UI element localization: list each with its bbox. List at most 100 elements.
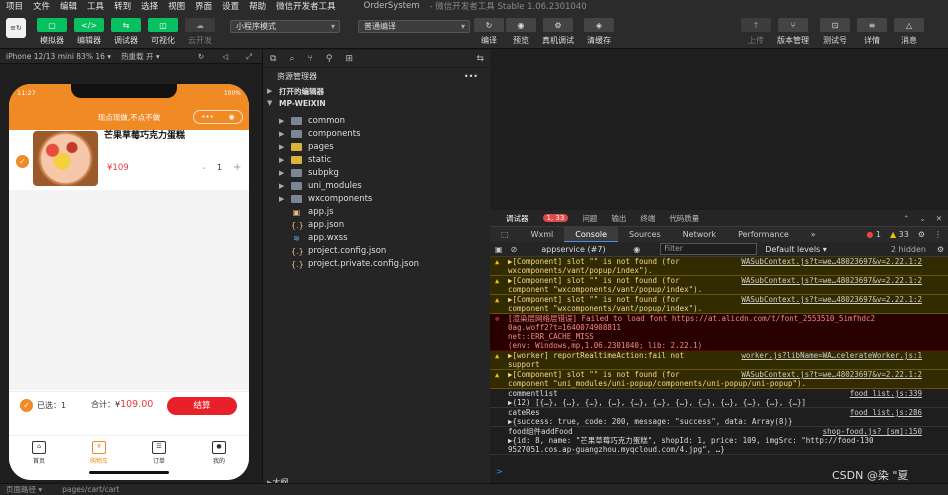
git-icon[interactable]: ⑂ <box>307 54 312 64</box>
menu-item-9[interactable]: 帮助 <box>249 0 266 12</box>
devtools-tab-3[interactable]: 终端 <box>640 213 655 224</box>
page-path-select[interactable]: 页面路径 ▾ <box>6 484 42 495</box>
menu-item-4[interactable]: 转到 <box>114 0 131 12</box>
gear-icon[interactable]: ⚙ <box>937 245 944 254</box>
chrome-tab-1[interactable]: Console <box>564 226 618 243</box>
toolbar-button-mid_buttons-0[interactable]: ↻ 编译 <box>474 18 504 46</box>
toolbar-button-left_buttons-4[interactable]: ☁ 云开发 <box>185 18 215 46</box>
toolbar-button-mid_buttons-2[interactable]: ⚙ 真机调试 <box>542 18 574 46</box>
devtools-tab-2[interactable]: 输出 <box>611 213 626 224</box>
increase-button[interactable]: + <box>233 162 241 173</box>
toolbar-button-right_buttons-1[interactable]: ⑂ 版本管理 <box>777 18 809 46</box>
toolbar-button-left_buttons-1[interactable]: </> 编辑器 <box>74 18 104 46</box>
close-icon[interactable]: ✕ <box>936 214 942 223</box>
log-source-link[interactable]: shop-food.js? [sm]:150 <box>823 427 922 436</box>
expand-icon[interactable]: ⤢ <box>246 52 252 62</box>
hot-reload-toggle[interactable]: 热重载 开 ▾ <box>121 51 160 62</box>
tree-item-4[interactable]: ▶ subpkg <box>279 167 339 179</box>
toolbar-button-right_buttons-3[interactable]: ≡ 详情 <box>857 18 887 46</box>
extensions-icon[interactable]: ⊞ <box>345 54 353 64</box>
chrome-tab-4[interactable]: Performance <box>727 227 800 243</box>
mode-select[interactable]: 小程序模式 ▾ <box>230 20 340 33</box>
more-icon[interactable]: ••• <box>464 72 478 81</box>
menu-item-8[interactable]: 设置 <box>222 0 239 12</box>
more-icon[interactable]: ⋮ <box>934 230 942 239</box>
menu-item-2[interactable]: 编辑 <box>60 0 77 12</box>
chrome-tab-0[interactable]: Wxml <box>520 227 565 243</box>
decrease-button[interactable]: - <box>202 163 206 174</box>
tree-item-0[interactable]: ▶ common <box>279 115 345 127</box>
compile-select[interactable]: 普通编译 ▾ <box>358 20 470 33</box>
log-source-link[interactable]: WASubContext.js?t=we…48023697&v=2.22.1:2 <box>741 370 922 379</box>
menu-item-0[interactable]: 项目 <box>6 0 23 12</box>
toolbar-icon-0: ↻ <box>474 18 504 32</box>
tree-item-7[interactable]: ▣ app.js <box>279 206 334 218</box>
toolbar-button-left_buttons-0[interactable]: ▢ 模拟器 <box>37 18 67 46</box>
checkout-button[interactable]: 结算 <box>167 397 237 415</box>
toolbar-button-mid_buttons-3[interactable]: ◈ 清缓存 <box>584 18 614 46</box>
menu-item-1[interactable]: 文件 <box>33 0 50 12</box>
log-level-select[interactable]: Default levels ▾ <box>765 245 827 254</box>
tree-item-11[interactable]: {.} project.private.config.json <box>279 258 419 270</box>
select-all-checkbox[interactable]: ✓ <box>20 399 33 412</box>
log-source-link[interactable]: WASubContext.js?t=we…48023697&v=2.22.1:2 <box>741 295 922 304</box>
avatar[interactable]: ≡↻ <box>6 18 26 38</box>
menu-item-3[interactable]: 工具 <box>87 0 104 12</box>
devtools-tab-0[interactable]: 调试器 <box>506 213 529 224</box>
log-source-link[interactable]: WASubContext.js?t=we…48023697&v=2.22.1:2 <box>741 257 922 266</box>
menu-item-5[interactable]: 选择 <box>141 0 158 12</box>
chrome-tab-3[interactable]: Network <box>672 227 727 243</box>
toolbar-button-right_buttons-0[interactable]: ↑ 上传 <box>741 18 771 46</box>
tree-item-5[interactable]: ▶ uni_modules <box>279 180 362 192</box>
more-icon[interactable]: ••• <box>201 113 213 121</box>
chrome-tab-2[interactable]: Sources <box>618 227 672 243</box>
volume-icon[interactable]: ◁ <box>222 52 228 62</box>
debug-icon[interactable]: ⚲ <box>326 54 333 64</box>
device-select[interactable]: iPhone 12/13 mini 83% 16 ▾ <box>6 52 111 61</box>
tree-item-3[interactable]: ▶ static <box>279 154 331 166</box>
log-source-link[interactable]: WASubContext.js?t=we…48023697&v=2.22.1:2 <box>741 276 922 285</box>
item-checkbox[interactable]: ✓ <box>16 155 29 168</box>
tab-label-0: 首页 <box>32 458 45 465</box>
tree-item-9[interactable]: ≋ app.wxss <box>279 232 347 244</box>
search-icon[interactable]: ⌕ <box>289 54 294 64</box>
console-prompt[interactable]: > <box>496 467 503 476</box>
devtools-tab-1[interactable]: 问题 <box>582 213 597 224</box>
project-section[interactable]: ▼ MP-WEIXIN <box>263 97 490 109</box>
open-editors-section[interactable]: ▶ 打开的编辑器 <box>263 85 490 97</box>
toolbar-button-right_buttons-4[interactable]: △ 消息 <box>894 18 924 46</box>
tree-item-10[interactable]: {.} project.config.json <box>279 245 386 257</box>
toolbar-button-mid_buttons-1[interactable]: ◉ 预览 <box>506 18 536 46</box>
capsule-button[interactable]: ••• ◉ <box>193 110 243 124</box>
files-icon[interactable]: ⧉ <box>270 54 276 64</box>
log-source-link[interactable]: food list.js:286 <box>850 408 922 417</box>
refresh-icon[interactable]: ↻ <box>198 52 204 62</box>
tree-item-1[interactable]: ▶ components <box>279 128 361 140</box>
menu-item-6[interactable]: 视图 <box>168 0 185 12</box>
gear-icon[interactable]: ⚙ <box>918 230 925 239</box>
filter-input[interactable]: Filter <box>660 243 758 255</box>
chevron-down-icon[interactable]: ⌄ <box>919 214 925 223</box>
menu-item-7[interactable]: 界面 <box>195 0 212 12</box>
devtools-tab-4[interactable]: 代码质量 <box>669 213 699 224</box>
inspect-icon[interactable]: ⬚ <box>490 227 520 243</box>
close-circle-icon[interactable]: ◉ <box>229 113 235 121</box>
context-select[interactable]: appservice (#7) <box>541 245 633 254</box>
tab-3[interactable]: ● 我的 <box>189 436 249 480</box>
toolbar-button-right_buttons-2[interactable]: ⊡ 测试号 <box>820 18 850 46</box>
tree-item-8[interactable]: {.} app.json <box>279 219 344 231</box>
log-source-link[interactable]: worker.js?libName=WA…celerateWorker.js:1 <box>741 351 922 360</box>
chrome-tab-5[interactable]: » <box>800 227 827 243</box>
split-icon[interactable]: ⇆ <box>476 54 484 64</box>
menu-item-10[interactable]: 微信开发者工具 <box>276 0 336 12</box>
log-source-link[interactable]: food list.js:339 <box>850 389 922 398</box>
chevron-up-icon[interactable]: ⌃ <box>903 214 909 223</box>
clear-console-icon[interactable]: ⊘ <box>511 245 518 254</box>
tree-item-6[interactable]: ▶ wxcomponents <box>279 193 372 205</box>
toolbar-button-left_buttons-3[interactable]: ◫ 可视化 <box>148 18 178 46</box>
tree-item-2[interactable]: ▶ pages <box>279 141 334 153</box>
toolbar-button-left_buttons-2[interactable]: ⇆ 调试器 <box>111 18 141 46</box>
eye-icon[interactable]: ◉ <box>633 245 640 254</box>
tab-0[interactable]: ⌂ 首页 <box>9 436 69 480</box>
sidebar-toggle-icon[interactable]: ▣ <box>495 245 503 254</box>
